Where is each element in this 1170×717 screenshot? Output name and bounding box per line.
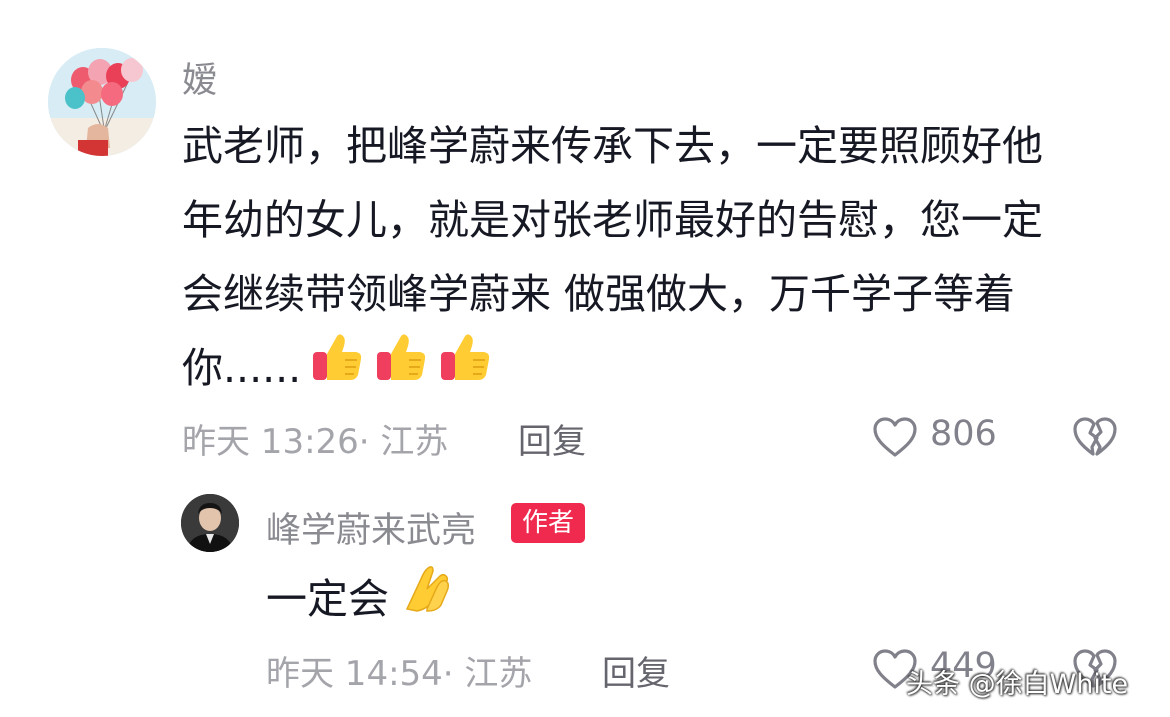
author-badge: 作者 [511,503,586,543]
like-count: 806 [930,414,997,454]
watermark: 头条 @徐白White [906,669,1129,700]
comment-text-line: 会继续带领峰学蔚来 做强做大，万千学子等着 [182,270,1016,318]
thumbs-up-icon [373,328,429,407]
reply-button[interactable]: 回复 [518,414,586,463]
username[interactable]: 峰学蔚来武亮 [266,502,476,553]
reply-text: 一定会 [266,575,389,623]
username[interactable]: 嫒 [182,52,217,103]
comment-text-line: 武老师，把峰学蔚来传承下去，一定要照顾好他 [182,122,1043,170]
thumbs-up-icon [309,328,365,407]
author-avatar[interactable] [181,494,239,552]
reply-text-line: 一定会 [266,562,459,642]
pray-hands-icon [397,559,459,638]
comment-text-line: 你...... [182,344,302,392]
balloons-avatar-icon [48,48,156,156]
comment-text-last-line: 你...... [182,331,493,411]
heart-icon[interactable] [872,416,918,458]
avatar[interactable] [48,48,156,156]
comment-text-line: 年幼的女儿，就是对张老师最好的告慰，您一定 [182,196,1043,244]
person-avatar-icon [181,494,239,552]
thumbs-up-icon [437,328,493,407]
broken-heart-icon[interactable] [1072,416,1118,458]
reply-button[interactable]: 回复 [602,646,670,695]
comment-meta: 昨天 13:26· 江苏 [182,422,449,462]
reply-meta: 昨天 14:54· 江苏 [266,654,533,694]
